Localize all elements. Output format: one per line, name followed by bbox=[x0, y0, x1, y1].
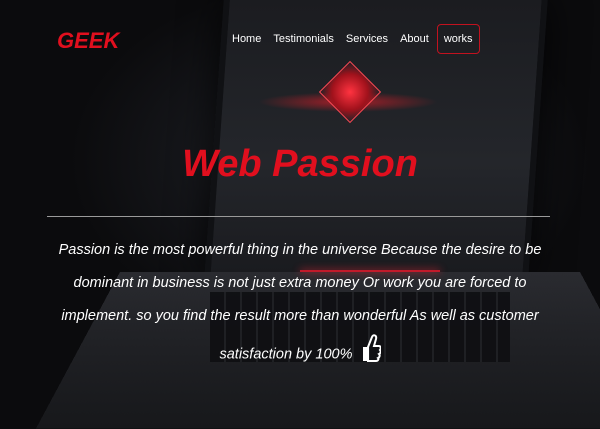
brand-logo[interactable]: GEEK bbox=[57, 28, 119, 54]
thumbs-up-icon bbox=[359, 333, 382, 376]
hero-paragraph-text: Passion is the most powerful thing in th… bbox=[58, 242, 542, 363]
hero-paragraph: Passion is the most powerful thing in th… bbox=[40, 234, 560, 376]
nav-services[interactable]: Services bbox=[340, 24, 394, 54]
nav-works[interactable]: works bbox=[436, 24, 480, 54]
nav-home[interactable]: Home bbox=[226, 24, 267, 54]
main-nav: Home Testimonials Services About works bbox=[226, 24, 480, 54]
nav-about[interactable]: About bbox=[394, 24, 435, 54]
hero-title: Web Passion bbox=[182, 143, 418, 185]
nav-testimonials[interactable]: Testimonials bbox=[267, 24, 340, 54]
divider bbox=[47, 216, 550, 217]
